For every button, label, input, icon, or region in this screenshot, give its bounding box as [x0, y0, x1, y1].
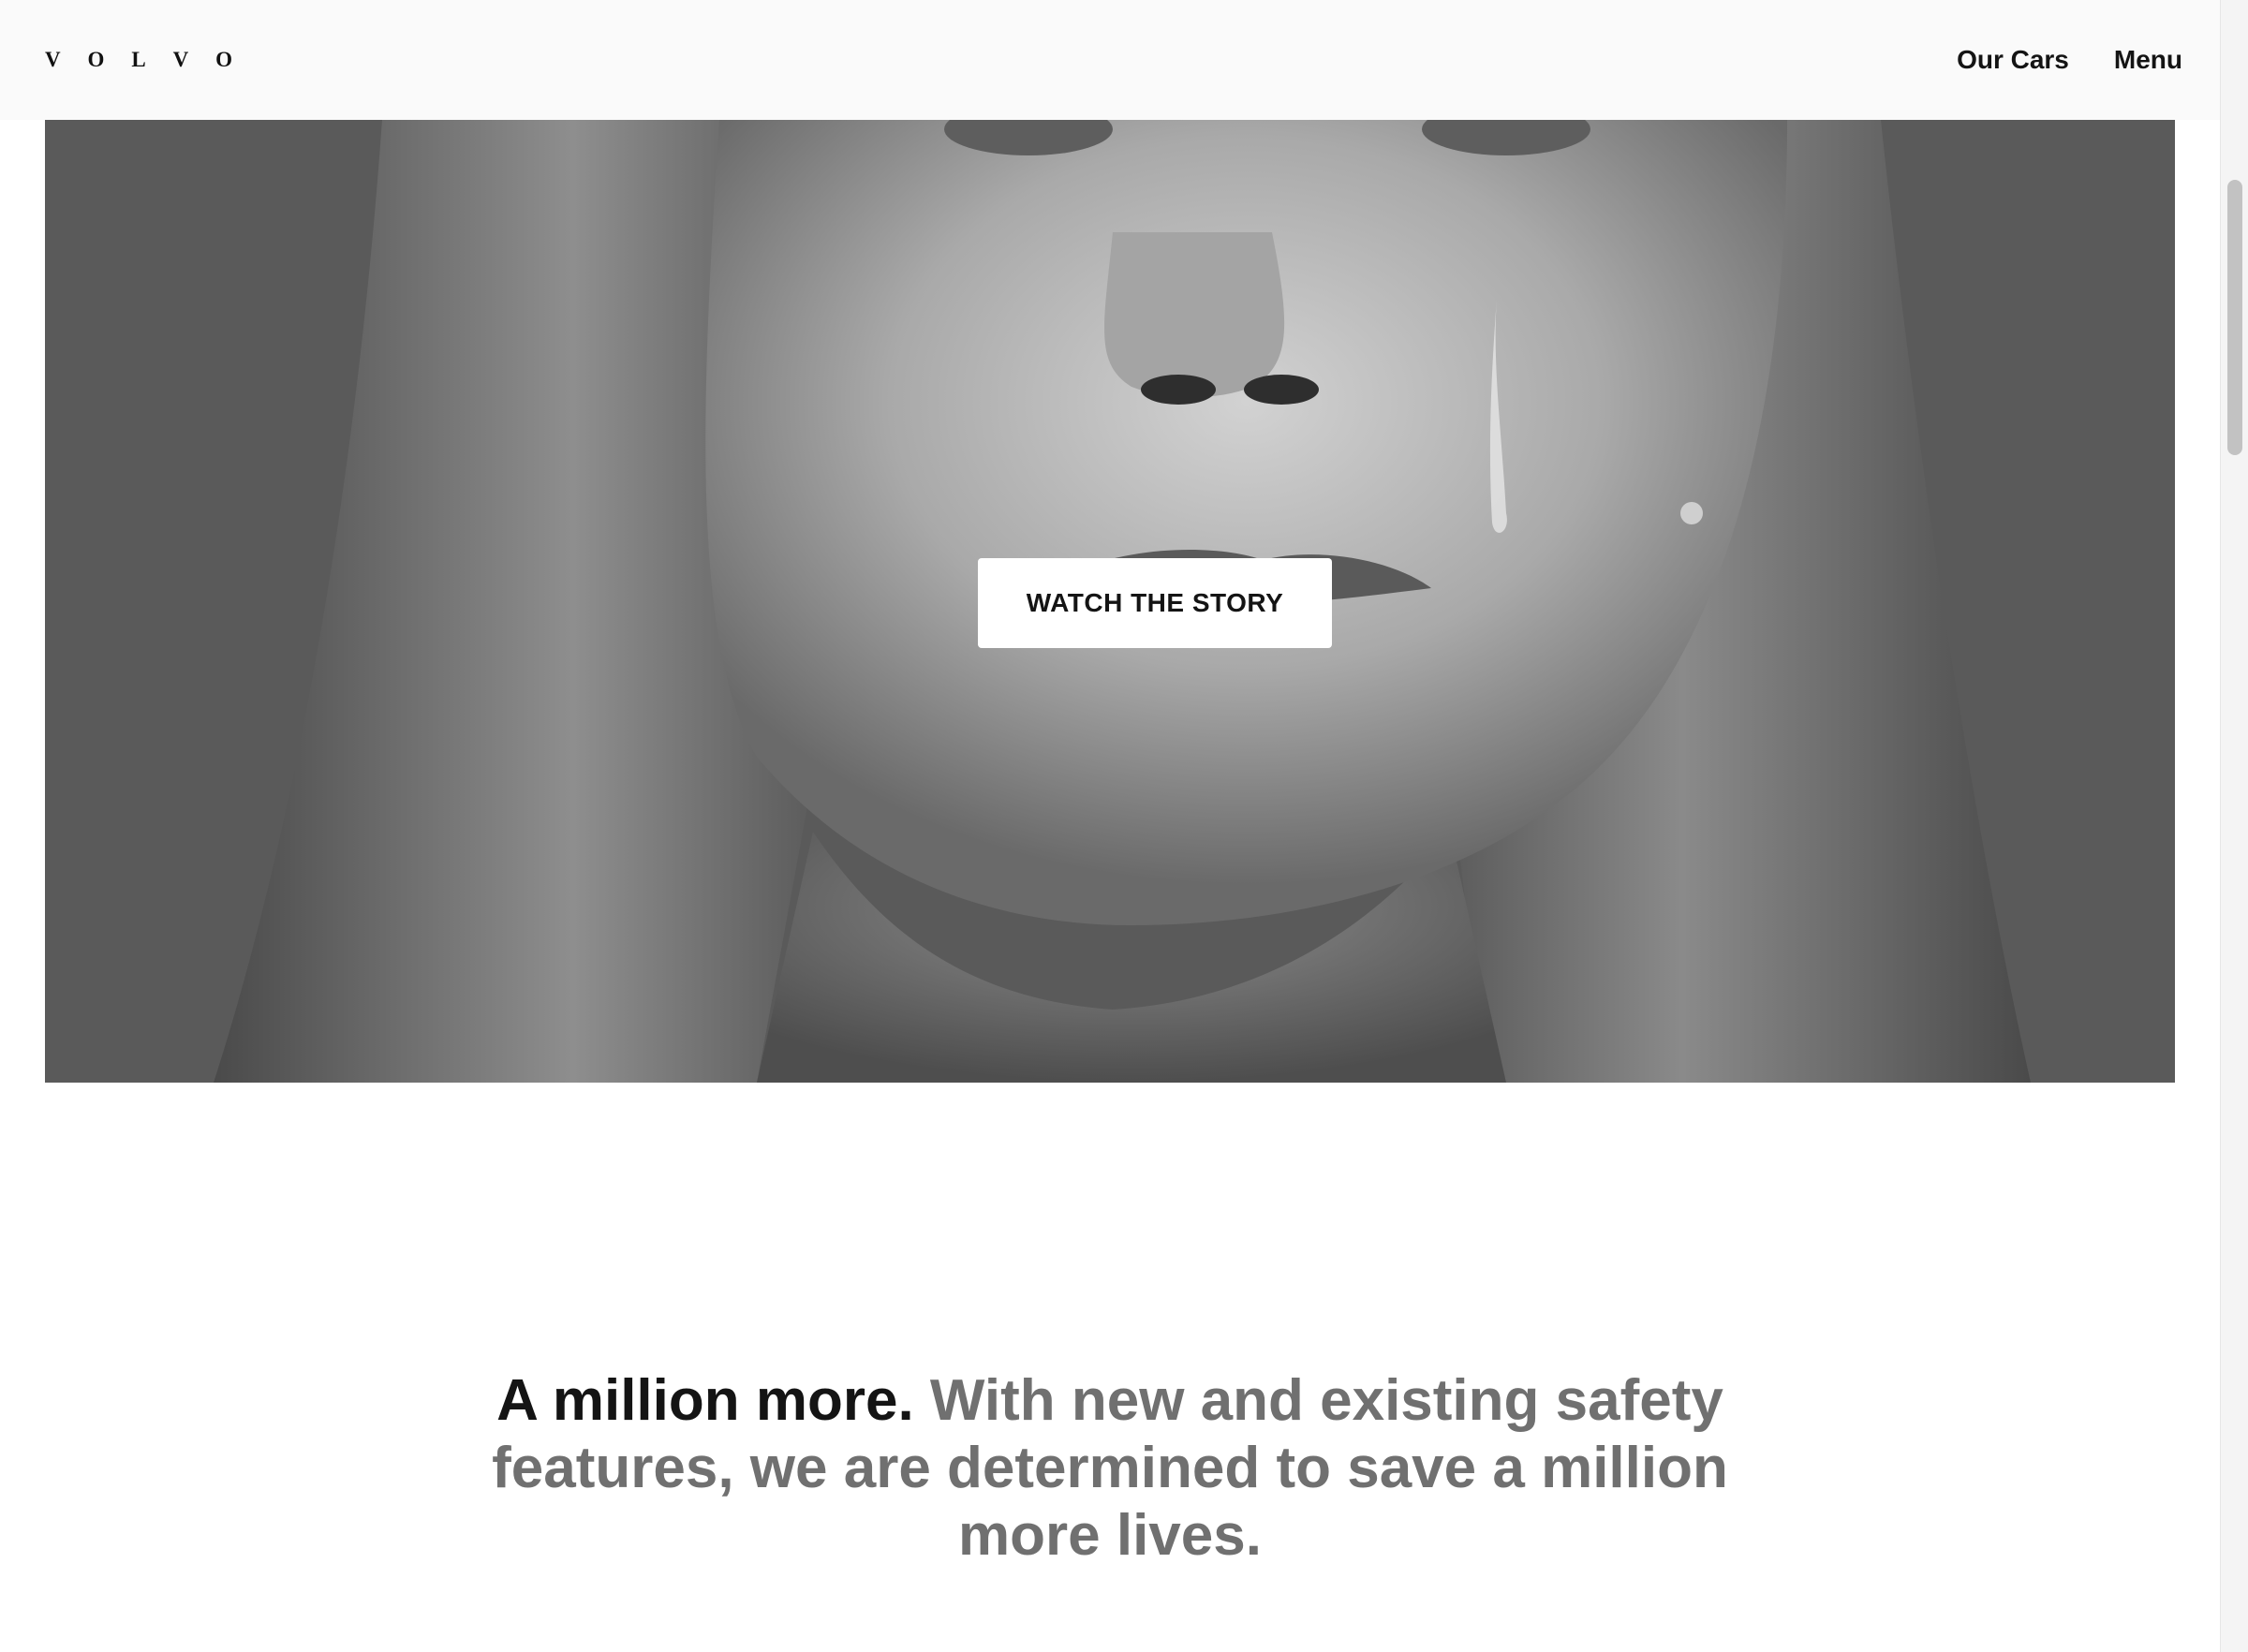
menu-link[interactable]: Menu	[2114, 37, 2182, 82]
logo-letter: O	[87, 48, 105, 71]
scrollbar-thumb[interactable]	[2227, 180, 2242, 455]
our-cars-link[interactable]: Our Cars	[1957, 37, 2069, 82]
top-nav: Our Cars Menu	[1957, 37, 2182, 82]
logo-letter: V	[45, 48, 61, 71]
volvo-logo[interactable]: V O L V O	[45, 46, 232, 74]
logo-letter: V	[172, 48, 189, 71]
page-scrollbar[interactable]	[2220, 0, 2248, 1652]
logo-letter: L	[131, 48, 146, 71]
mission-statement: A million more. With new and existing sa…	[450, 1367, 1770, 1570]
site-header: V O L V O Our Cars Menu	[0, 0, 2220, 120]
watch-the-story-button[interactable]: WATCH THE STORY	[978, 558, 1332, 648]
hero-video-poster[interactable]: WATCH THE STORY	[45, 120, 2175, 1083]
statement-lead: A million more.	[496, 1368, 914, 1433]
logo-letter: O	[215, 48, 232, 71]
page: V O L V O Our Cars Menu WATCH THE STORY …	[0, 0, 2248, 1652]
